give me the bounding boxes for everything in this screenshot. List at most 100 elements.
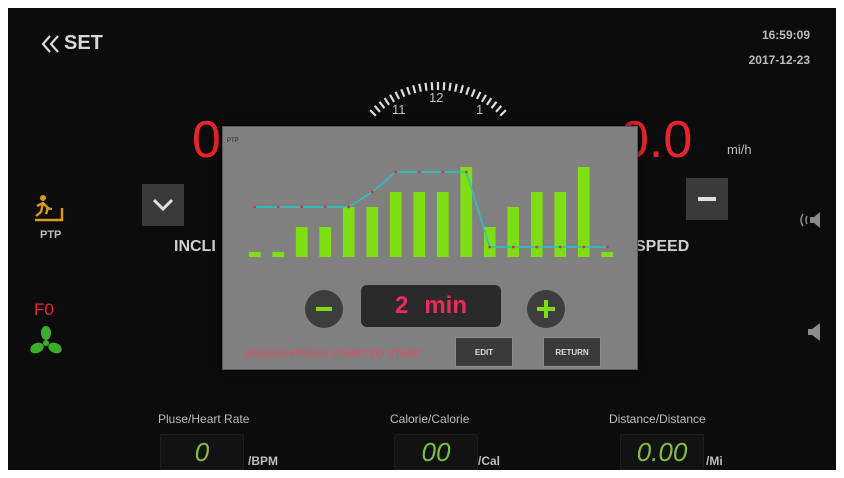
volume-up-icon[interactable] [798,210,828,230]
plus-icon [537,300,555,318]
fan-icon[interactable] [30,326,62,356]
incline-point [276,205,280,209]
minus-icon [316,307,332,311]
treadmill-console: SET 16:59:09 2017-12-23 11 12 1 0 INCLI … [8,8,836,470]
incline-point [605,245,609,249]
speed-bar [601,252,614,257]
incline-point [370,190,374,194]
incline-point [558,245,562,249]
program-label: PTP [40,229,62,241]
time-display: 2 min [361,285,501,327]
distance-title: Distance/Distance [609,412,706,426]
speed-bar [577,167,590,257]
dial-tick [418,83,422,92]
speed-bar [295,227,308,257]
dial-tick [499,109,507,117]
set-button[interactable]: SET [40,32,103,55]
dial-tick [465,86,470,96]
volume-down-icon[interactable] [804,322,828,342]
dial-tick [470,88,476,98]
dial-number-11: 11 [392,102,406,117]
dialog-tag: PTP [227,138,239,144]
speed-down-button[interactable] [686,178,728,220]
incline-label: INCLI [174,238,216,255]
incline-point [582,245,586,249]
program-button[interactable]: PTP [34,194,66,241]
incline-point [464,170,468,174]
speed-bar [436,192,449,257]
time-value: 2 [394,292,409,319]
incline-point [488,245,492,249]
fan-level: F0 [34,300,54,319]
heart-rate-unit: /BPM [248,454,278,468]
distance-unit: /Mi [706,454,723,468]
dial-tick [495,105,503,113]
dial-tick [373,105,381,113]
dial-gauge: 11 12 1 [369,82,507,117]
dial-tick [442,82,446,91]
incline-point [535,245,539,249]
heart-rate-title: Pluse/Heart Rate [158,412,250,426]
dial-tick [448,82,452,91]
speed-label: SPEED [635,238,690,255]
incline-point [441,170,445,174]
start-prompt: PLEASE PRESS START TO START [245,348,423,360]
speed-bar [272,252,285,257]
incline-point [394,170,398,174]
edit-button[interactable]: EDIT [455,337,513,367]
dial-tick [424,82,428,91]
incline-point [300,205,304,209]
time-increase-button[interactable] [527,290,565,328]
minus-icon [698,197,716,201]
dial-number-12: 12 [429,90,443,105]
dial-tick [485,97,493,106]
dial-tick [389,94,395,103]
heart-rate-value: 0 [160,434,244,470]
chevron-down-icon [152,198,174,212]
incline-point [511,245,515,249]
speed-bar [248,252,261,257]
dial-tick [383,97,391,106]
time-unit: min [424,292,468,319]
time-decrease-button[interactable] [305,290,343,328]
dial-tick [454,83,458,92]
dial-tick [369,109,377,117]
distance-value: 0.00 [620,434,704,470]
dial-tick [412,84,417,94]
speed-bar [413,192,426,257]
calorie-title: Calorie/Calorie [390,412,470,426]
dial-number-1: 1 [476,102,483,117]
speed-bar [460,167,473,257]
dial-tick [378,101,386,109]
ptp-program-dialog: PTP 2 min PLEASE PRESS START TO START ED… [222,126,638,370]
double-chevron-left-icon [41,34,59,53]
clock-time: 16:59:09 [761,28,810,42]
dial-tick [490,101,498,109]
speed-bar [483,227,496,257]
dial-tick [394,91,401,100]
incline-point [323,205,327,209]
incline-down-button[interactable] [142,184,184,226]
return-button[interactable]: RETURN [543,337,601,367]
dial-tick [475,91,482,100]
speed-unit: mi/h [727,142,752,157]
speed-bar [389,192,402,257]
runner-treadmill-icon [35,195,64,222]
incline-point [417,170,421,174]
program-profile-chart [248,167,614,257]
speed-bar [319,227,332,257]
clock-date: 2017-12-23 [748,53,810,67]
set-label: SET [64,32,103,54]
dial-tick [430,82,434,91]
dial-tick [400,88,406,98]
calorie-value: 00 [394,434,478,470]
incline-point [347,205,351,209]
speed-bar [342,207,355,257]
dial-tick [481,94,487,103]
speed-bar [507,207,520,257]
calorie-unit: /Cal [478,454,501,468]
dial-tick [459,84,464,94]
incline-readout: 0 [192,111,221,169]
dial-tick [406,86,411,96]
incline-point [253,205,257,209]
